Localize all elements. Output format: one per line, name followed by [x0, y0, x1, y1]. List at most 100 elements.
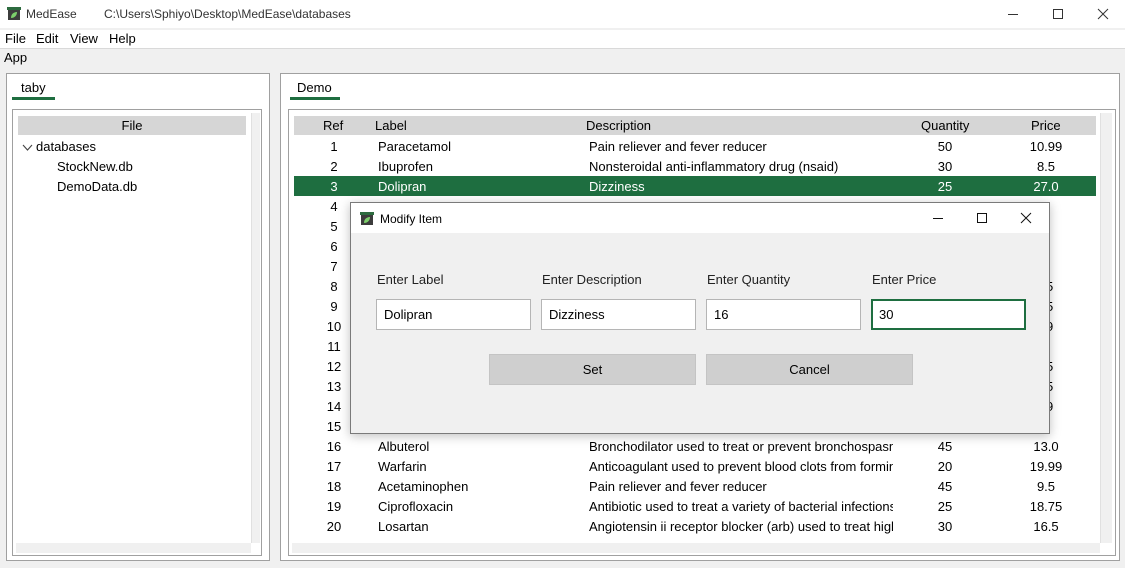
cell-quantity: 45 [937, 439, 953, 454]
cell-ref: 2 [330, 159, 338, 174]
leaf-jar-icon [360, 212, 374, 225]
cell-quantity: 20 [937, 459, 953, 474]
menu-help[interactable]: Help [109, 31, 136, 46]
cell-description: Angiotensin ii receptor blocker (arb) us… [589, 519, 893, 534]
tab-demo[interactable]: Demo [297, 80, 332, 95]
cell-label: Dolipran [378, 179, 427, 194]
table-row[interactable]: 19 Ciprofloxacin Antibiotic used to treat … [294, 496, 1096, 516]
set-button[interactable]: Set [489, 354, 696, 385]
cell-price: 9.5 [1036, 479, 1056, 494]
cell-ref: 20 [326, 519, 342, 534]
table-row[interactable]: 1 Paracetamol Pain reliever and fever redu… [294, 136, 1096, 156]
maximize-icon [977, 213, 987, 223]
cancel-button[interactable]: Cancel [706, 354, 913, 385]
quantity-field-caption: Enter Quantity [707, 272, 791, 287]
tab-underline [12, 97, 55, 100]
cell-quantity: 30 [937, 519, 953, 534]
cell-label: Albuterol [378, 439, 430, 454]
menu-view[interactable]: View [70, 31, 98, 46]
title-bar: MedEase C:\Users\Sphiyo\Desktop\MedEase\… [0, 0, 1125, 28]
minimize-icon [933, 218, 943, 219]
price-field-caption: Enter Price [872, 272, 937, 287]
menu-edit[interactable]: Edit [36, 31, 58, 46]
dialog-minimize-button[interactable] [915, 203, 961, 233]
tree-column-header[interactable]: File [18, 116, 246, 135]
tree-hscrollbar[interactable] [16, 543, 251, 553]
table-row[interactable]: 17 Warfarin Anticoagulant used to prevent … [294, 456, 1096, 476]
cell-price: 18.75 [1029, 499, 1063, 514]
label-input[interactable] [376, 299, 531, 330]
chevron-down-icon [22, 144, 33, 151]
cell-price: 8.5 [1036, 159, 1056, 174]
cell-label: Acetaminophen [378, 479, 469, 494]
window-path: C:\Users\Sphiyo\Desktop\MedEase\database… [104, 7, 351, 21]
cell-ref: 19 [326, 499, 342, 514]
file-tree [12, 109, 262, 556]
cell-quantity: 50 [937, 139, 953, 154]
cell-description: Anticoagulant used to prevent blood clot… [589, 459, 893, 474]
cell-ref: 18 [326, 479, 342, 494]
cell-label: Ibuprofen [378, 159, 433, 174]
cell-quantity: 45 [937, 479, 953, 494]
cell-quantity: 25 [937, 179, 953, 194]
col-ref[interactable]: Ref [323, 118, 343, 133]
cell-price: 27.0 [1033, 179, 1059, 194]
tree-scrollbar[interactable] [251, 113, 260, 543]
close-icon [1020, 212, 1032, 224]
col-label[interactable]: Label [375, 118, 407, 133]
menu-bar: File Edit View Help [0, 30, 1125, 48]
cell-price: 16.5 [1033, 519, 1059, 534]
description-input[interactable] [541, 299, 696, 330]
minimize-button[interactable] [990, 0, 1036, 28]
table-row[interactable]: 3 Dolipran Dizziness 25 27.0 [294, 176, 1096, 196]
tree-file-stocknew[interactable]: StockNew.db [57, 159, 133, 174]
table-row[interactable]: 16 Albuterol Bronchodilator used to treat … [294, 436, 1096, 456]
app-name: MedEase [26, 7, 77, 21]
quantity-input[interactable] [706, 299, 861, 330]
description-field-caption: Enter Description [542, 272, 642, 287]
cell-label: Ciprofloxacin [378, 499, 454, 514]
dialog-title: Modify Item [380, 212, 443, 226]
cell-ref: 17 [326, 459, 342, 474]
cell-description: Nonsteroidal anti-inflammatory drug (nsa… [589, 159, 839, 174]
tab-taby[interactable]: taby [21, 80, 46, 95]
cell-price: 13.0 [1033, 439, 1059, 454]
leaf-jar-icon [7, 7, 21, 20]
table-row[interactable]: 18 Acetaminophen Pain reliever and fever r… [294, 476, 1096, 496]
cell-description: Bronchodilator used to treat or prevent … [589, 439, 893, 454]
cell-description: Pain reliever and fever reducer [589, 139, 767, 154]
maximize-icon [1053, 9, 1063, 19]
modify-item-dialog: Modify Item Enter Label Enter Descriptio… [350, 202, 1050, 434]
dialog-title-bar: Modify Item [351, 203, 1049, 233]
cell-quantity: 30 [937, 159, 953, 174]
col-quantity[interactable]: Quantity [921, 118, 969, 133]
table-hscrollbar[interactable] [292, 543, 1100, 553]
price-input[interactable] [871, 299, 1026, 330]
cell-ref: 16 [326, 439, 342, 454]
label-field-caption: Enter Label [377, 272, 444, 287]
dialog-close-button[interactable] [1003, 203, 1049, 233]
cell-label: Warfarin [378, 459, 427, 474]
col-price[interactable]: Price [1031, 118, 1061, 133]
table-scrollbar[interactable] [1100, 113, 1112, 543]
tree-folder-databases[interactable]: databases [22, 139, 96, 154]
cell-label: Losartan [378, 519, 429, 534]
dialog-maximize-button[interactable] [959, 203, 1005, 233]
cell-description: Pain reliever and fever reducer [589, 479, 767, 494]
menu-divider [0, 48, 1125, 49]
minimize-icon [1008, 14, 1018, 15]
menu-file[interactable]: File [5, 31, 26, 46]
cell-label: Paracetamol [378, 139, 451, 154]
cell-ref: 1 [330, 139, 338, 154]
table-header: Ref Label Description Quantity Price [294, 116, 1096, 135]
maximize-button[interactable] [1035, 0, 1081, 28]
close-icon [1097, 8, 1109, 20]
app-group-label: App [4, 50, 28, 65]
tree-file-demodata[interactable]: DemoData.db [57, 179, 137, 194]
close-button[interactable] [1080, 0, 1125, 28]
cell-ref: 3 [330, 179, 338, 194]
table-row[interactable]: 20 Losartan Angiotensin ii receptor blocke… [294, 516, 1096, 536]
table-row[interactable]: 2 Ibuprofen Nonsteroidal anti-inflammatory… [294, 156, 1096, 176]
col-description[interactable]: Description [586, 118, 651, 133]
cell-description: Antibiotic used to treat a variety of ba… [589, 499, 893, 514]
